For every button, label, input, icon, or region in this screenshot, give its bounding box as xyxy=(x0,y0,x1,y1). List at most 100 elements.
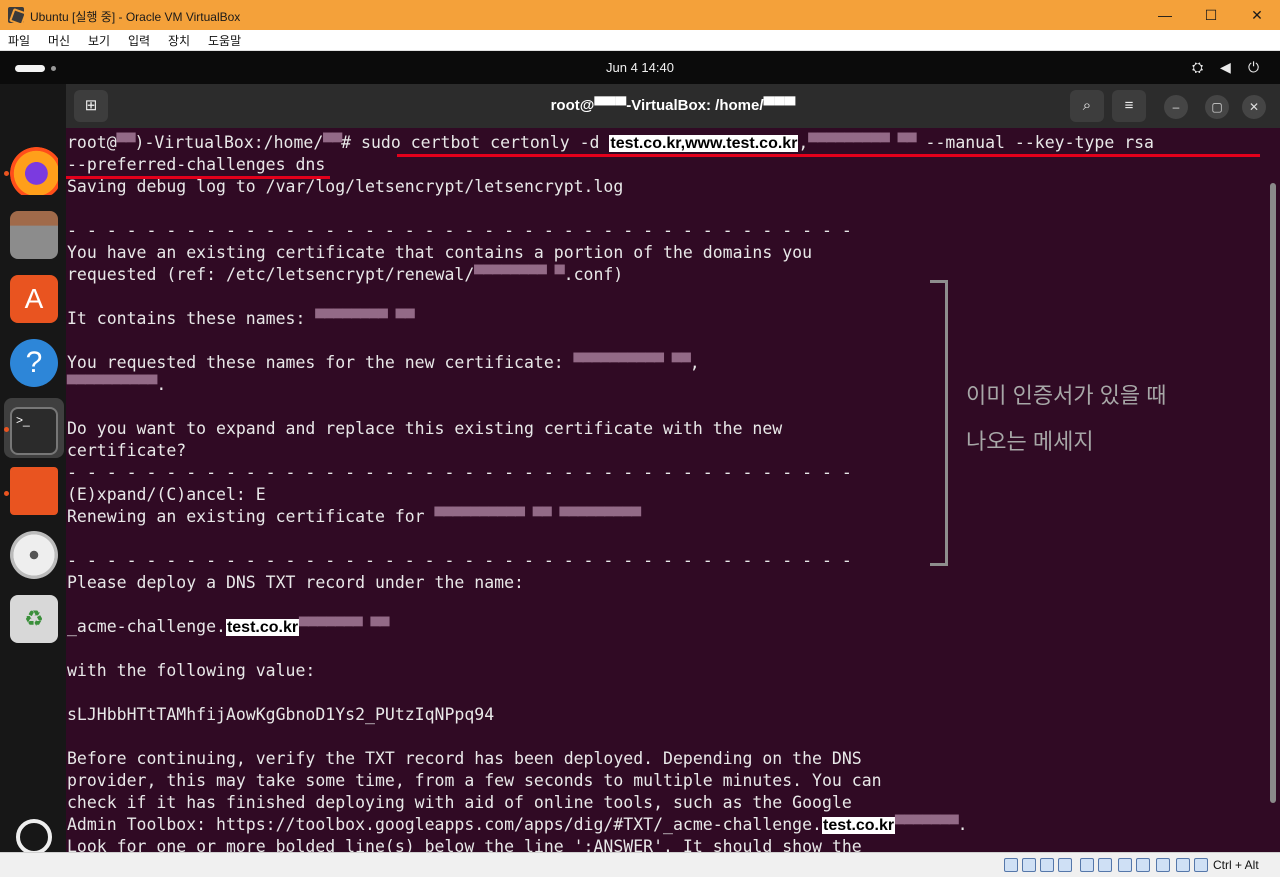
line-segment: It contains these names: xyxy=(67,309,316,328)
cpu-icon[interactable] xyxy=(1156,858,1170,872)
terminal-line: Look for one or more bolded line(s) belo… xyxy=(67,836,1267,852)
line-segment: - - - - - - - - - - - - - - - - - - - - … xyxy=(67,463,852,482)
cdrom-icon[interactable] xyxy=(10,531,58,579)
line-segment: . xyxy=(156,375,167,394)
terminal-line: _acme-challenge.test.co.kr▀▀▀▀▀▀▀ ▀▀ xyxy=(67,616,1267,638)
close-icon[interactable]: ✕ xyxy=(1234,0,1280,30)
vbox-statusbar: Ctrl + Alt xyxy=(0,852,1280,877)
menu-view[interactable]: 보기 xyxy=(88,32,110,49)
running-indicator xyxy=(4,491,9,496)
line-segment: You have an existing certificate that co… xyxy=(67,243,813,262)
help-icon[interactable]: ? xyxy=(10,339,58,387)
redacted-text: ▀▀▀▀▀▀▀▀▀ ▀▀ xyxy=(808,133,916,152)
network-status-icon[interactable] xyxy=(1058,858,1072,872)
network-icon[interactable]: ⛭ xyxy=(1192,59,1203,76)
virtualbox-icon xyxy=(8,7,24,23)
power-icon[interactable]: ⏻ xyxy=(1248,59,1259,76)
terminal-scrollbar[interactable] xyxy=(1270,183,1276,803)
annotation-note: 이미 인증서가 있을 때 나오는 메세지 xyxy=(966,373,1167,465)
redacted-text: ▀▀▀▀▀▀▀▀▀▀ xyxy=(67,375,157,394)
annotation-line: 이미 인증서가 있을 때 xyxy=(966,383,1167,408)
line-segment: Do you want to expand and replace this e… xyxy=(67,419,783,438)
line-segment: root@ xyxy=(67,133,117,152)
terminal-line: with the following value: xyxy=(67,660,1267,682)
vm-display[interactable]: Jun 4 14:40 ⛭ ◀ ⏻ A ? >_ ♻ ⊞ root@▀▀▀-Vi… xyxy=(0,51,1280,852)
line-segment: Look for one or more bolded line(s) belo… xyxy=(67,837,862,852)
menu-machine[interactable]: 머신 xyxy=(48,32,70,49)
menu-button[interactable]: ≡ xyxy=(1112,90,1146,122)
line-segment: Admin Toolbox: https://toolbox.googleapp… xyxy=(67,815,822,834)
line-segment: , xyxy=(798,133,809,152)
app-center-icon[interactable]: A xyxy=(10,275,58,323)
terminal-line: root@▀▀)-VirtualBox:/home/▀▀# sudo certb… xyxy=(67,132,1267,154)
menu-file[interactable]: 파일 xyxy=(8,32,30,49)
audio-icon[interactable] xyxy=(1040,858,1054,872)
terminal-line: - - - - - - - - - - - - - - - - - - - - … xyxy=(67,462,1267,484)
terminal-icon[interactable]: >_ xyxy=(10,407,58,455)
running-indicator xyxy=(4,171,9,176)
trash-icon[interactable]: ♻ xyxy=(10,595,58,643)
ubuntu-software-icon[interactable] xyxy=(10,467,58,515)
maximize-icon[interactable]: ☐ xyxy=(1188,0,1234,30)
terminal-line: check if it has finished deploying with … xyxy=(67,792,1267,814)
line-segment: _acme-challenge. xyxy=(67,617,226,636)
terminal-line: It contains these names: ▀▀▀▀▀▀▀▀ ▀▀ xyxy=(67,308,1267,330)
line-segment: # sudo certbot certonly -d xyxy=(341,133,610,152)
maximize-button[interactable]: ▢ xyxy=(1205,95,1229,119)
recording-icon[interactable] xyxy=(1136,858,1150,872)
terminal-line: sLJHbbHTtTAMhfijAowKgGbnoD1Ys2_PUtzIqNPp… xyxy=(67,704,1267,726)
terminal-line: Admin Toolbox: https://toolbox.googleapp… xyxy=(67,814,1267,836)
menu-devices[interactable]: 장치 xyxy=(168,32,190,49)
terminal-line: Before continuing, verify the TXT record… xyxy=(67,748,1267,770)
firefox-icon[interactable] xyxy=(10,147,58,195)
files-icon[interactable] xyxy=(10,211,58,259)
terminal-output[interactable]: root@▀▀)-VirtualBox:/home/▀▀# sudo certb… xyxy=(67,132,1267,852)
line-segment: --preferred-challenges dns xyxy=(67,155,326,174)
close-button[interactable]: ✕ xyxy=(1242,95,1266,119)
window-titlebar: Ubuntu [실행 중] - Oracle VM VirtualBox — ☐… xyxy=(0,0,1280,30)
volume-icon[interactable]: ◀ xyxy=(1220,59,1231,76)
host-key-label: Ctrl + Alt xyxy=(1213,858,1259,872)
menubar: 파일 머신 보기 입력 장치 도움말 xyxy=(0,30,1280,51)
hdd-icon[interactable] xyxy=(1004,858,1018,872)
terminal-line: (E)xpand/(C)ancel: E xyxy=(67,484,1267,506)
menu-help[interactable]: 도움말 xyxy=(208,32,241,49)
optical-icon[interactable] xyxy=(1022,858,1036,872)
terminal-line: Saving debug log to /var/log/letsencrypt… xyxy=(67,176,1267,198)
terminal-line: requested (ref: /etc/letsencrypt/renewal… xyxy=(67,264,1267,286)
line-segment: Please deploy a DNS TXT record under the… xyxy=(67,573,524,592)
terminal-line: --preferred-challenges dns xyxy=(67,154,1267,176)
show-apps-icon[interactable] xyxy=(16,819,52,852)
red-underline xyxy=(66,176,330,179)
mouse-integration-icon[interactable] xyxy=(1176,858,1190,872)
keyboard-icon[interactable] xyxy=(1194,858,1208,872)
line-segment: --manual --key-type rsa xyxy=(915,133,1155,152)
terminal-line: - - - - - - - - - - - - - - - - - - - - … xyxy=(67,550,1267,572)
line-segment: .conf) xyxy=(563,265,624,284)
window-title: Ubuntu [실행 중] - Oracle VM VirtualBox xyxy=(30,10,241,24)
domain-label: test.co.kr,www.test.co.kr xyxy=(609,135,799,152)
shared-folder-icon[interactable] xyxy=(1098,858,1112,872)
menu-input[interactable]: 입력 xyxy=(128,32,150,49)
line-segment: provider, this may take some time, from … xyxy=(67,771,882,790)
redacted-text: ▀▀▀▀▀▀▀ ▀▀ xyxy=(299,617,389,636)
terminal-window[interactable]: ⊞ root@▀▀▀-VirtualBox: /home/▀▀▀ ⌕ ≡ – ▢… xyxy=(66,84,1280,852)
minimize-button[interactable]: – xyxy=(1164,95,1188,119)
line-segment: , xyxy=(689,353,700,372)
annotation-line: 나오는 메세지 xyxy=(966,429,1094,454)
line-segment: sLJHbbHTtTAMhfijAowKgGbnoD1Ys2_PUtzIqNPp… xyxy=(67,705,495,724)
minimize-icon[interactable]: — xyxy=(1142,0,1188,30)
red-underline xyxy=(397,154,1260,157)
display-icon[interactable] xyxy=(1118,858,1132,872)
clock[interactable]: Jun 4 14:40 xyxy=(0,60,1280,75)
search-button[interactable]: ⌕ xyxy=(1070,90,1104,122)
line-segment: Before continuing, verify the TXT record… xyxy=(67,749,862,768)
line-segment: - - - - - - - - - - - - - - - - - - - - … xyxy=(67,551,852,570)
redacted-text: ▀▀ xyxy=(116,133,136,152)
usb-icon[interactable] xyxy=(1080,858,1094,872)
